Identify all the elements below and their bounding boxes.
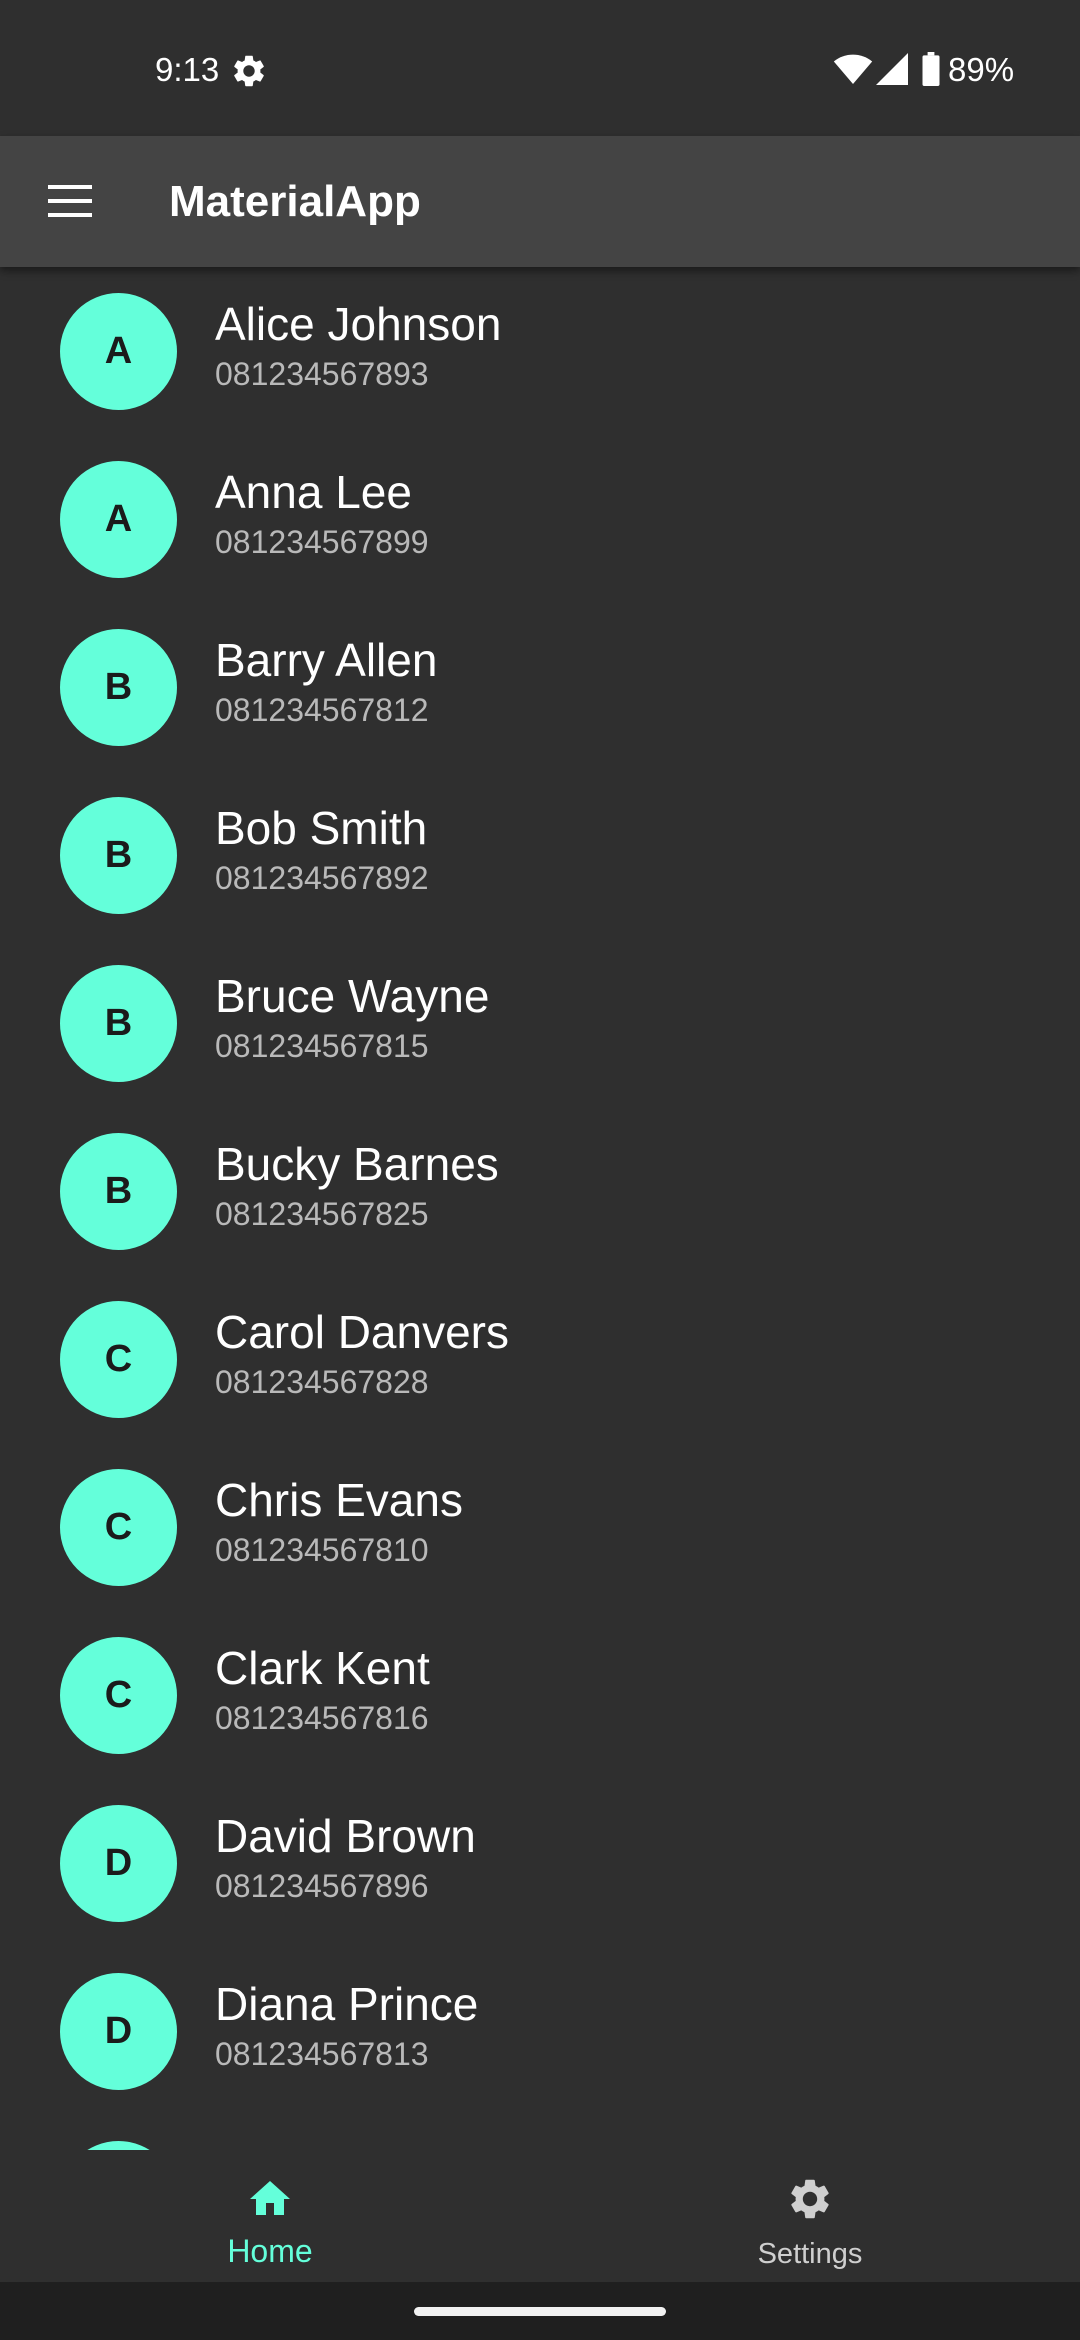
contact-name: Clark Kent — [215, 1642, 430, 1694]
contact-name: Barry Allen — [215, 634, 438, 686]
nav-label-settings: Settings — [757, 2238, 863, 2270]
signal-icon — [876, 53, 908, 85]
contact-name: David Brown — [215, 1810, 476, 1862]
app-title: MaterialApp — [169, 177, 421, 226]
menu-icon — [48, 185, 92, 217]
status-time: 9:13 — [155, 51, 220, 88]
app-bar: MaterialApp — [0, 136, 1080, 267]
avatar: C — [60, 1637, 177, 1754]
avatar: C — [60, 1301, 177, 1418]
home-indicator[interactable] — [414, 2307, 666, 2316]
avatar: A — [60, 293, 177, 410]
contact-item[interactable]: C Clark Kent 081234567816 — [0, 1611, 1080, 1779]
avatar: B — [60, 797, 177, 914]
contact-item[interactable]: B Barry Allen 081234567812 — [0, 603, 1080, 771]
home-icon — [250, 2181, 290, 2215]
contact-item[interactable]: C Carol Danvers 081234567828 — [0, 1275, 1080, 1443]
gesture-bar — [0, 2282, 1080, 2340]
contact-name: Bruce Wayne — [215, 970, 490, 1022]
bottom-navigation: Home Settings — [0, 2150, 1080, 2282]
avatar: B — [60, 629, 177, 746]
wifi-icon — [833, 54, 873, 84]
contact-phone: 081234567899 — [215, 524, 429, 560]
contact-name: Alice Johnson — [215, 298, 502, 350]
contact-item-partial[interactable] — [0, 2115, 1080, 2150]
contact-phone: 081234567812 — [215, 692, 429, 728]
status-bar: 9:13 89% — [0, 0, 1080, 136]
contact-phone: 081234567815 — [215, 1028, 429, 1064]
contact-phone: 081234567893 — [215, 356, 429, 392]
contact-name: Chris Evans — [215, 1474, 463, 1526]
avatar-partial — [60, 2141, 177, 2150]
battery-percent: 89% — [948, 51, 1015, 88]
contact-item[interactable]: D David Brown 081234567896 — [0, 1779, 1080, 1947]
avatar: D — [60, 1973, 177, 2090]
contact-item[interactable]: B Bucky Barnes 081234567825 — [0, 1107, 1080, 1275]
contact-phone: 081234567825 — [215, 1196, 429, 1232]
contact-phone: 081234567828 — [215, 1364, 429, 1400]
contact-name: Diana Prince — [215, 1978, 479, 2030]
contact-list[interactable]: A Alice Johnson 081234567893 A Anna Lee … — [0, 267, 1080, 2150]
contact-item[interactable]: B Bruce Wayne 081234567815 — [0, 939, 1080, 1107]
avatar: B — [60, 1133, 177, 1250]
contact-phone: 081234567816 — [215, 1700, 429, 1736]
screen: 9:13 89% MaterialApp A Alice Johnson 081… — [0, 0, 1080, 2340]
contact-phone: 081234567810 — [215, 1532, 429, 1568]
avatar: A — [60, 461, 177, 578]
battery-icon — [922, 52, 940, 86]
contact-phone: 081234567896 — [215, 1868, 429, 1904]
contact-name: Anna Lee — [215, 466, 412, 518]
contact-item[interactable]: A Anna Lee 081234567899 — [0, 435, 1080, 603]
nav-item-settings[interactable]: Settings — [540, 2150, 1080, 2282]
contact-item[interactable]: C Chris Evans 081234567810 — [0, 1443, 1080, 1611]
avatar: B — [60, 965, 177, 1082]
settings-icon — [791, 2179, 829, 2219]
nav-item-home[interactable]: Home — [0, 2150, 540, 2282]
contact-name: Bob Smith — [215, 802, 428, 854]
contact-item[interactable]: B Bob Smith 081234567892 — [0, 771, 1080, 939]
avatar: C — [60, 1469, 177, 1586]
contact-name: Carol Danvers — [215, 1306, 509, 1358]
contact-phone: 081234567892 — [215, 860, 429, 896]
contact-name: Bucky Barnes — [215, 1138, 499, 1190]
nav-label-home: Home — [227, 2233, 313, 2269]
contact-item[interactable]: D Diana Prince 081234567813 — [0, 1947, 1080, 2115]
gear-icon — [234, 55, 264, 87]
menu-button[interactable] — [30, 161, 110, 241]
contact-phone: 081234567813 — [215, 2036, 429, 2072]
contact-item[interactable]: A Alice Johnson 081234567893 — [0, 267, 1080, 435]
avatar: D — [60, 1805, 177, 1922]
